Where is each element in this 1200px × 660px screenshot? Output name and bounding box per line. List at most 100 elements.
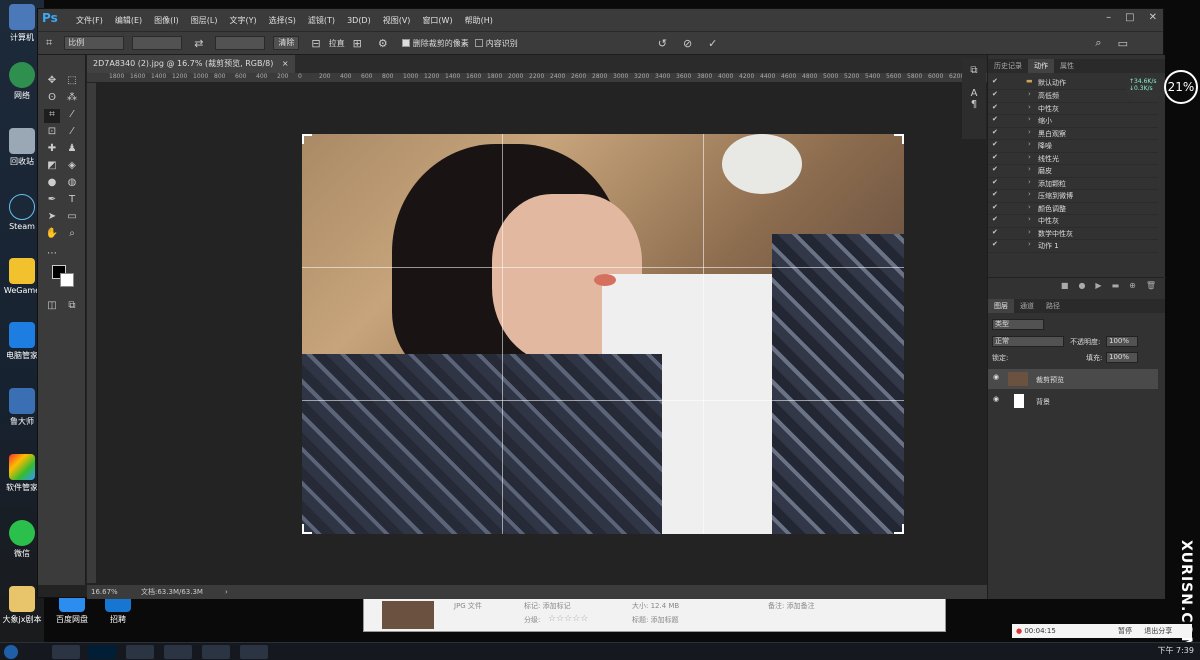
taskbar-app[interactable]: [164, 645, 192, 659]
stop-icon[interactable]: ■: [1061, 281, 1069, 290]
marquee-tool-icon[interactable]: ⬚: [64, 75, 80, 89]
menu-layer[interactable]: 图层(L): [185, 15, 224, 26]
taskbar-wechat[interactable]: [52, 645, 80, 659]
file-title[interactable]: 标题: 添加标题: [632, 615, 679, 625]
chevron-right-icon[interactable]: ›: [1028, 203, 1031, 211]
taskbar-app[interactable]: [126, 645, 154, 659]
paint-bucket-icon[interactable]: ◈: [64, 160, 80, 174]
desktop-icon-ludashi[interactable]: 鲁大师: [2, 388, 42, 427]
menu-edit[interactable]: 编辑(E): [109, 15, 148, 26]
type-tool-icon[interactable]: T: [64, 194, 80, 208]
maximize-icon[interactable]: □: [1125, 12, 1134, 23]
action-item[interactable]: ✔ › 缩小: [988, 115, 1158, 128]
minimize-icon[interactable]: –: [1106, 12, 1111, 23]
swap-icon[interactable]: ⇄: [194, 37, 203, 50]
chevron-right-icon[interactable]: ›: [1028, 240, 1031, 248]
cancel-icon[interactable]: ⊘: [683, 37, 692, 50]
fill-input[interactable]: 100%: [1106, 352, 1138, 363]
chevron-right-icon[interactable]: ›: [1028, 128, 1031, 136]
photo-crop-preview[interactable]: [302, 134, 904, 534]
desktop-icon-recycle-bin[interactable]: 回收站: [2, 128, 42, 167]
content-aware-checkbox[interactable]: [474, 39, 483, 47]
dodge-tool-icon[interactable]: ◍: [64, 177, 80, 191]
zoom-tool-icon[interactable]: ⌕: [64, 228, 80, 242]
action-item[interactable]: ✔ › 中性灰: [988, 103, 1158, 115]
document-tab[interactable]: 2D7A8340 (2).jpg @ 16.7% (裁剪预览, RGB/8) ×: [87, 55, 295, 73]
menu-filter[interactable]: 滤镜(T): [302, 15, 341, 26]
chevron-right-icon[interactable]: ›: [1028, 90, 1031, 98]
crop-handle-top-left[interactable]: [302, 134, 312, 144]
ratio-select[interactable]: 比例: [64, 36, 125, 50]
lasso-tool-icon[interactable]: ʘ: [44, 92, 60, 106]
close-icon[interactable]: ✕: [1149, 12, 1157, 23]
status-arrow-icon[interactable]: ›: [225, 585, 228, 599]
action-item[interactable]: ✔ › 降噪: [988, 140, 1158, 153]
pen-tool-icon[interactable]: ✒: [44, 194, 60, 208]
frame-tool-icon[interactable]: ⊡: [44, 126, 60, 140]
background-color-swatch[interactable]: [60, 273, 74, 287]
file-note[interactable]: 备注: 添加备注: [768, 601, 815, 611]
desktop-icon-software-manager[interactable]: 软件管家: [2, 454, 42, 493]
layer-kind-filter[interactable]: 类型: [992, 319, 1044, 330]
height-input[interactable]: [215, 36, 266, 50]
desktop-icon-computer[interactable]: 计算机: [2, 4, 42, 43]
move-tool-icon[interactable]: ✥: [44, 75, 60, 89]
workspace-icon[interactable]: ▭: [1118, 37, 1128, 50]
record-icon[interactable]: ●: [1078, 281, 1085, 290]
menu-3d[interactable]: 3D(D): [341, 16, 377, 25]
taskbar-app[interactable]: [240, 645, 268, 659]
action-item[interactable]: ✔ › 黑白观察: [988, 128, 1158, 140]
chevron-right-icon[interactable]: ›: [1028, 165, 1031, 173]
chevron-right-icon[interactable]: ›: [1028, 103, 1031, 111]
opacity-input[interactable]: 100%: [1106, 336, 1138, 347]
blur-tool-icon[interactable]: ●: [44, 177, 60, 191]
healing-brush-icon[interactable]: ✚: [44, 143, 60, 157]
clone-stamp-icon[interactable]: ♟: [64, 143, 80, 157]
chevron-right-icon[interactable]: ›: [1028, 140, 1031, 148]
action-item[interactable]: ✔ › 动作 1: [988, 240, 1158, 253]
menu-window[interactable]: 窗口(W): [416, 15, 458, 26]
menu-select[interactable]: 选择(S): [263, 15, 302, 26]
zoom-level[interactable]: 16.67%: [91, 585, 118, 599]
tab-properties[interactable]: 属性: [1054, 59, 1080, 73]
action-item[interactable]: ✔ › 中性灰: [988, 215, 1158, 228]
new-set-icon[interactable]: ▬: [1112, 281, 1120, 290]
new-action-icon[interactable]: ⊕: [1129, 281, 1136, 290]
overlay-grid-icon[interactable]: ⊞: [353, 37, 362, 50]
paragraph-icon[interactable]: ¶: [962, 99, 986, 110]
crop-handle-bottom-right[interactable]: [894, 524, 904, 534]
eraser-tool-icon[interactable]: ◩: [44, 160, 60, 174]
chevron-right-icon[interactable]: ›: [1028, 178, 1031, 186]
action-item[interactable]: ✔ › 数学中性灰: [988, 228, 1158, 240]
taskbar-photoshop[interactable]: [88, 645, 116, 659]
gear-icon[interactable]: ⚙: [378, 37, 388, 50]
tab-history[interactable]: 历史记录: [988, 59, 1028, 73]
crop-handle-bottom-left[interactable]: [302, 524, 312, 534]
layer-row[interactable]: ◉ 裁剪预览: [988, 369, 1158, 389]
layer-row[interactable]: ◉ 背景: [988, 391, 1158, 411]
chevron-right-icon[interactable]: ›: [1028, 190, 1031, 198]
more-tools-icon[interactable]: ⋯: [44, 248, 60, 262]
width-input[interactable]: [132, 36, 183, 50]
trash-icon[interactable]: 🗑: [1146, 281, 1156, 290]
chevron-right-icon[interactable]: ›: [1028, 115, 1031, 123]
reset-icon[interactable]: ↺: [658, 37, 667, 50]
straighten-button[interactable]: 拉直: [329, 38, 345, 49]
blend-mode-select[interactable]: 正常: [992, 336, 1064, 347]
menu-view[interactable]: 视图(V): [377, 15, 417, 26]
menu-file[interactable]: 文件(F): [70, 15, 109, 26]
desktop-icon-steam[interactable]: Steam: [2, 194, 42, 231]
desktop-icon-wegame[interactable]: WeGame: [2, 258, 42, 295]
taskbar-app[interactable]: [202, 645, 230, 659]
eye-icon[interactable]: ◉: [993, 395, 999, 403]
exit-share-button[interactable]: 退出分享: [1144, 627, 1172, 635]
eyedropper-tool-icon[interactable]: ⁄: [64, 109, 80, 123]
desktop-icon-pc-manager[interactable]: 电脑管家: [2, 322, 42, 361]
action-item[interactable]: ✔ › 颜色调整: [988, 203, 1158, 215]
menu-image[interactable]: 图像(I): [148, 15, 185, 26]
chevron-right-icon[interactable]: ›: [1028, 228, 1031, 236]
menu-type[interactable]: 文字(Y): [223, 15, 262, 26]
rating-stars-icon[interactable]: ☆☆☆☆☆: [548, 614, 588, 624]
history-icon[interactable]: ⧉: [962, 65, 986, 76]
chevron-right-icon[interactable]: ›: [1028, 215, 1031, 223]
